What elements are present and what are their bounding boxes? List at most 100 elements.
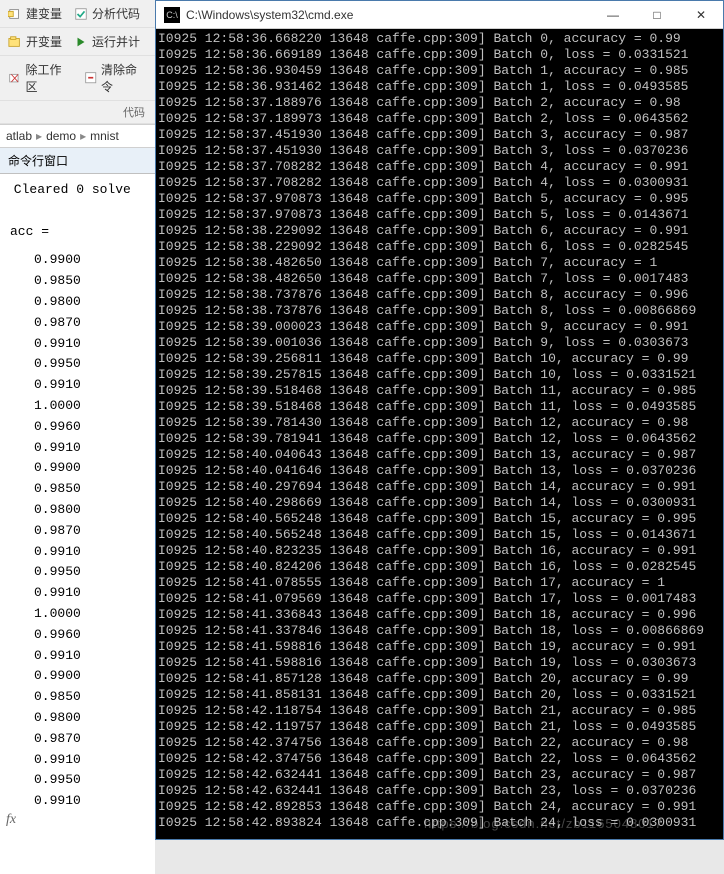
cmd-log-line: I0925 12:58:38.229092 13648 caffe.cpp:30… [158, 239, 723, 255]
cmd-log-line: I0925 12:58:36.668220 13648 caffe.cpp:30… [158, 31, 723, 47]
cmd-log-line: I0925 12:58:41.598816 13648 caffe.cpp:30… [158, 655, 723, 671]
cmd-log-line: I0925 12:58:39.781430 13648 caffe.cpp:30… [158, 415, 723, 431]
output-line: Cleared 0 solve [6, 180, 153, 201]
cmd-log-line: I0925 12:58:38.482650 13648 caffe.cpp:30… [158, 255, 723, 271]
cmd-log-line: I0925 12:58:36.930459 13648 caffe.cpp:30… [158, 63, 723, 79]
acc-value: 0.9870 [34, 729, 153, 750]
acc-value: 0.9900 [34, 250, 153, 271]
cmd-log-line: I0925 12:58:41.336843 13648 caffe.cpp:30… [158, 607, 723, 623]
cmd-log-line: I0925 12:58:40.565248 13648 caffe.cpp:30… [158, 527, 723, 543]
clear-ws-button[interactable]: 除工作区 [2, 59, 78, 97]
cmd-log-line: I0925 12:58:42.632441 13648 caffe.cpp:30… [158, 767, 723, 783]
cmd-log-line: I0925 12:58:40.298669 13648 caffe.cpp:30… [158, 495, 723, 511]
cmd-log-line: I0925 12:58:40.040643 13648 caffe.cpp:30… [158, 447, 723, 463]
command-window-title: 命令行窗口 [0, 148, 155, 174]
acc-value: 0.9910 [34, 791, 153, 812]
minimize-button[interactable]: — [591, 1, 635, 28]
cmd-log-line: I0925 12:58:37.708282 13648 caffe.cpp:30… [158, 175, 723, 191]
breadcrumb-seg[interactable]: atlab [6, 129, 32, 143]
acc-value: 0.9910 [34, 646, 153, 667]
fx-prompt-icon[interactable]: fx [6, 812, 16, 828]
acc-value: 0.9910 [34, 375, 153, 396]
tb-label: 运行并计 [92, 33, 140, 50]
acc-value: 0.9960 [34, 625, 153, 646]
cmd-log-line: I0925 12:58:41.078555 13648 caffe.cpp:30… [158, 575, 723, 591]
watermark: https://blog.csdn.net/zb1165048017 [424, 816, 663, 831]
cmd-log-line: I0925 12:58:39.518468 13648 caffe.cpp:30… [158, 399, 723, 415]
cmd-log-line: I0925 12:58:42.632441 13648 caffe.cpp:30… [158, 783, 723, 799]
acc-value: 0.9850 [34, 271, 153, 292]
acc-label: acc = [10, 222, 153, 243]
acc-value: 0.9950 [34, 770, 153, 791]
chevron-right-icon: ▸ [36, 129, 42, 143]
cmd-log-line: I0925 12:58:40.041646 13648 caffe.cpp:30… [158, 463, 723, 479]
clear-cmd-button[interactable]: 清除命令 [78, 59, 154, 97]
cmd-log-line: I0925 12:58:37.708282 13648 caffe.cpp:30… [158, 159, 723, 175]
close-button[interactable]: ✕ [679, 1, 723, 28]
acc-value: 0.9900 [34, 666, 153, 687]
cmd-log-line: I0925 12:58:41.337846 13648 caffe.cpp:30… [158, 623, 723, 639]
cmd-log-line: I0925 12:58:39.518468 13648 caffe.cpp:30… [158, 383, 723, 399]
acc-value: 0.9800 [34, 292, 153, 313]
cmd-output[interactable]: I0925 12:58:36.668220 13648 caffe.cpp:30… [156, 29, 723, 839]
window-controls: — □ ✕ [591, 1, 723, 28]
cmd-log-line: I0925 12:58:39.000023 13648 caffe.cpp:30… [158, 319, 723, 335]
output-blank [6, 201, 153, 222]
cmd-log-line: I0925 12:58:39.256811 13648 caffe.cpp:30… [158, 351, 723, 367]
new-var-button[interactable]: 建变量 [2, 3, 68, 24]
acc-value: 0.9910 [34, 583, 153, 604]
tb-label: 除工作区 [25, 61, 71, 95]
cmd-log-line: I0925 12:58:38.737876 13648 caffe.cpp:30… [158, 287, 723, 303]
clear-cmd-icon [84, 71, 97, 85]
breadcrumb[interactable]: atlab ▸ demo ▸ mnist [0, 125, 155, 148]
acc-value: 0.9950 [34, 562, 153, 583]
matlab-toolbar: 建变量 分析代码 开变量 运行并计 [0, 0, 155, 125]
code-section-label: 代码 [123, 104, 145, 120]
maximize-button[interactable]: □ [635, 1, 679, 28]
acc-value: 0.9870 [34, 313, 153, 334]
analyze-code-button[interactable]: 分析代码 [68, 3, 146, 24]
breadcrumb-seg[interactable]: demo [46, 129, 76, 143]
acc-value: 0.9850 [34, 479, 153, 500]
cmd-log-line: I0925 12:58:41.598816 13648 caffe.cpp:30… [158, 639, 723, 655]
acc-value: 0.9910 [34, 334, 153, 355]
cmd-titlebar[interactable]: C:\ C:\Windows\system32\cmd.exe — □ ✕ [156, 1, 723, 29]
acc-value: 0.9800 [34, 500, 153, 521]
cmd-log-line: I0925 12:58:40.297694 13648 caffe.cpp:30… [158, 479, 723, 495]
acc-value: 1.0000 [34, 396, 153, 417]
acc-value: 0.9870 [34, 521, 153, 542]
cmd-log-line: I0925 12:58:40.565248 13648 caffe.cpp:30… [158, 511, 723, 527]
tb-label: 开变量 [26, 33, 62, 50]
cmd-log-line: I0925 12:58:37.970873 13648 caffe.cpp:30… [158, 191, 723, 207]
cmd-log-line: I0925 12:58:36.669189 13648 caffe.cpp:30… [158, 47, 723, 63]
cmd-log-line: I0925 12:58:37.451930 13648 caffe.cpp:30… [158, 127, 723, 143]
cmd-log-line: I0925 12:58:36.931462 13648 caffe.cpp:30… [158, 79, 723, 95]
matlab-command-output[interactable]: Cleared 0 solve acc = 0.99000.98500.9800… [0, 174, 155, 874]
cmd-log-line: I0925 12:58:42.892853 13648 caffe.cpp:30… [158, 799, 723, 815]
breadcrumb-seg[interactable]: mnist [90, 129, 119, 143]
cmd-log-line: I0925 12:58:41.858131 13648 caffe.cpp:30… [158, 687, 723, 703]
cmd-log-line: I0925 12:58:41.079569 13648 caffe.cpp:30… [158, 591, 723, 607]
cmd-log-line: I0925 12:58:42.119757 13648 caffe.cpp:30… [158, 719, 723, 735]
open-var-button[interactable]: 开变量 [2, 31, 68, 52]
acc-value: 0.9960 [34, 417, 153, 438]
cmd-log-line: I0925 12:58:42.374756 13648 caffe.cpp:30… [158, 751, 723, 767]
new-var-icon [8, 7, 22, 21]
analyze-icon [74, 7, 88, 21]
cmd-log-line: I0925 12:58:40.824206 13648 caffe.cpp:30… [158, 559, 723, 575]
cmd-icon: C:\ [164, 7, 180, 23]
cmd-log-line: I0925 12:58:38.482650 13648 caffe.cpp:30… [158, 271, 723, 287]
cmd-log-line: I0925 12:58:42.118754 13648 caffe.cpp:30… [158, 703, 723, 719]
cmd-log-line: I0925 12:58:37.970873 13648 caffe.cpp:30… [158, 207, 723, 223]
cmd-log-line: I0925 12:58:39.257815 13648 caffe.cpp:30… [158, 367, 723, 383]
cmd-log-line: I0925 12:58:42.374756 13648 caffe.cpp:30… [158, 735, 723, 751]
cmd-log-line: I0925 12:58:38.737876 13648 caffe.cpp:30… [158, 303, 723, 319]
acc-value: 0.9850 [34, 687, 153, 708]
run-time-button[interactable]: 运行并计 [68, 31, 146, 52]
acc-value: 1.0000 [34, 604, 153, 625]
acc-value: 0.9910 [34, 438, 153, 459]
cmd-log-line: I0925 12:58:39.781941 13648 caffe.cpp:30… [158, 431, 723, 447]
cmd-log-line: I0925 12:58:37.189973 13648 caffe.cpp:30… [158, 111, 723, 127]
acc-value: 0.9910 [34, 542, 153, 563]
cmd-log-line: I0925 12:58:40.823235 13648 caffe.cpp:30… [158, 543, 723, 559]
